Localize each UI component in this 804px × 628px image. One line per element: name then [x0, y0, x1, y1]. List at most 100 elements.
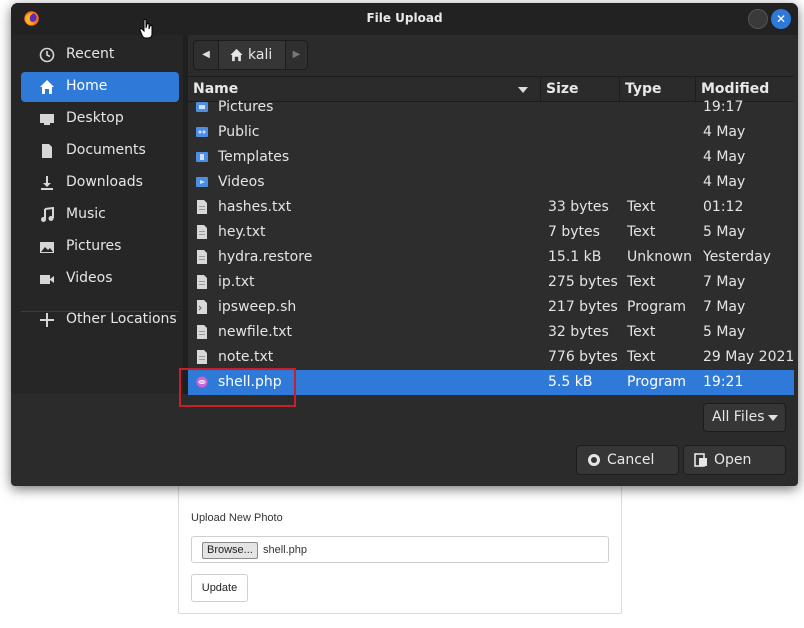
file-modified: 19:21: [703, 374, 744, 390]
file-icon: [196, 350, 208, 364]
open-icon: [694, 453, 707, 467]
file-type: Text: [627, 324, 656, 340]
file-icon: [196, 275, 208, 289]
file-modified: 4 May: [703, 174, 746, 190]
folder-icon: [196, 100, 208, 114]
file-modified: 29 May 2021: [703, 349, 794, 365]
sidebar-item-label: Downloads: [66, 174, 143, 190]
home-icon: [39, 79, 55, 95]
path-forward-button[interactable]: ▶: [286, 41, 307, 69]
file-row[interactable]: ip.txt 275 bytes Text 7 May: [188, 270, 794, 295]
file-name: ipsweep.sh: [218, 299, 297, 315]
chevron-left-icon: ◀: [202, 49, 210, 60]
file-size: 275 bytes: [548, 274, 618, 290]
open-button[interactable]: Open: [683, 445, 786, 475]
dialog-title: File Upload: [366, 11, 443, 25]
file-size: 5.5 kB: [548, 374, 593, 390]
filter-label: All Files: [712, 409, 765, 425]
file-row[interactable]: Videos 4 May: [188, 170, 794, 195]
screen: { "web": { "upload_label": "Upload New P…: [0, 0, 804, 628]
file-modified: 7 May: [703, 274, 746, 290]
desktop-icon: [39, 111, 55, 127]
file-icon: [196, 300, 208, 314]
file-row[interactable]: Pictures 19:17: [188, 95, 794, 120]
photo-file-input[interactable]: Browse... shell.php: [191, 536, 609, 563]
sidebar-item-recent[interactable]: Recent: [21, 40, 179, 70]
chosen-file-name: shell.php: [263, 544, 308, 556]
document-icon: [39, 143, 55, 159]
file-row[interactable]: newfile.txt 32 bytes Text 5 May: [188, 320, 794, 345]
cancel-button[interactable]: Cancel: [576, 445, 679, 475]
file-row[interactable]: hashes.txt 33 bytes Text 01:12: [188, 195, 794, 220]
file-size: 217 bytes: [548, 299, 618, 315]
picture-icon: [39, 239, 55, 255]
file-icon: [196, 200, 208, 214]
sidebar-item-documents[interactable]: Documents: [21, 136, 179, 166]
sidebar-item-music[interactable]: Music: [21, 200, 179, 230]
file-type: Text: [627, 224, 656, 240]
file-name: Videos: [218, 174, 265, 190]
file-row[interactable]: Public 4 May: [188, 120, 794, 145]
file-type: Text: [627, 349, 656, 365]
music-icon: [39, 206, 55, 223]
sidebar-item-label: Recent: [66, 46, 115, 62]
path-back-button[interactable]: ◀: [194, 41, 219, 69]
close-icon: ✕: [775, 12, 787, 26]
chevron-down-icon: [768, 415, 778, 421]
video-icon: [39, 271, 55, 287]
path-bar: ◀ kali ▶: [193, 40, 308, 70]
sidebar-item-downloads[interactable]: Downloads: [21, 168, 179, 198]
sidebar-separator: [21, 311, 179, 312]
sidebar-item-label: Documents: [66, 142, 146, 158]
sort-descending-icon: [518, 87, 528, 93]
file-modified: 7 May: [703, 299, 746, 315]
file-modified: 4 May: [703, 124, 746, 140]
file-name: Templates: [218, 149, 290, 165]
minimize-button[interactable]: [748, 9, 768, 29]
sidebar-item-label: Home: [66, 78, 108, 94]
file-type: Program: [627, 299, 687, 315]
sidebar-item-other-locations[interactable]: Other Locations: [21, 305, 179, 335]
file-type-filter[interactable]: All Files: [703, 403, 786, 432]
close-button[interactable]: ✕: [771, 9, 791, 29]
file-row[interactable]: hydra.restore 15.1 kB Unknown Yesterday: [188, 245, 794, 270]
file-icon: [196, 250, 208, 264]
file-name: hashes.txt: [218, 199, 292, 215]
browse-button[interactable]: Browse...: [202, 542, 258, 559]
clock-icon: [39, 47, 55, 63]
sidebar-item-label: Other Locations: [66, 311, 177, 327]
file-type: Program: [627, 374, 687, 390]
file-row[interactable]: Templates 4 May: [188, 145, 794, 170]
home-icon: [230, 48, 243, 62]
file-name: note.txt: [218, 349, 274, 365]
file-icon: [196, 325, 208, 339]
file-modified: 4 May: [703, 149, 746, 165]
file-list: Name Size Type Modified Pictures 19:17 Pub…: [188, 76, 794, 397]
file-upload-dialog: File Upload ✕ Recent Home Desktop Documents…: [11, 3, 798, 486]
file-modified: 5 May: [703, 324, 746, 340]
file-icon: [196, 225, 208, 239]
sidebar-item-desktop[interactable]: Desktop: [21, 104, 179, 134]
sidebar-item-videos[interactable]: Videos: [21, 264, 179, 294]
file-modified: 5 May: [703, 224, 746, 240]
sidebar-item-pictures[interactable]: Pictures: [21, 232, 179, 262]
file-row[interactable]: note.txt 776 bytes Text 29 May 2021: [188, 345, 794, 370]
file-name: hey.txt: [218, 224, 266, 240]
chevron-right-icon: ▶: [292, 49, 301, 60]
path-segment-home[interactable]: kali: [219, 41, 286, 69]
file-name: newfile.txt: [218, 324, 292, 340]
file-size: 15.1 kB: [548, 249, 602, 265]
sidebar-item-label: Pictures: [66, 238, 122, 254]
open-label: Open: [714, 452, 752, 468]
file-row[interactable]: ipsweep.sh 217 bytes Program 7 May: [188, 295, 794, 320]
update-button[interactable]: Update: [191, 574, 248, 602]
file-size: 7 bytes: [548, 224, 600, 240]
folder-icon: [196, 125, 208, 139]
file-type: Text: [627, 199, 656, 215]
sidebar-item-home[interactable]: Home: [21, 72, 179, 102]
file-row[interactable]: hey.txt 7 bytes Text 5 May: [188, 220, 794, 245]
file-name: ip.txt: [218, 274, 255, 290]
file-modified: 19:17: [703, 99, 744, 115]
path-segment-label: kali: [248, 47, 273, 63]
file-size: 32 bytes: [548, 324, 609, 340]
